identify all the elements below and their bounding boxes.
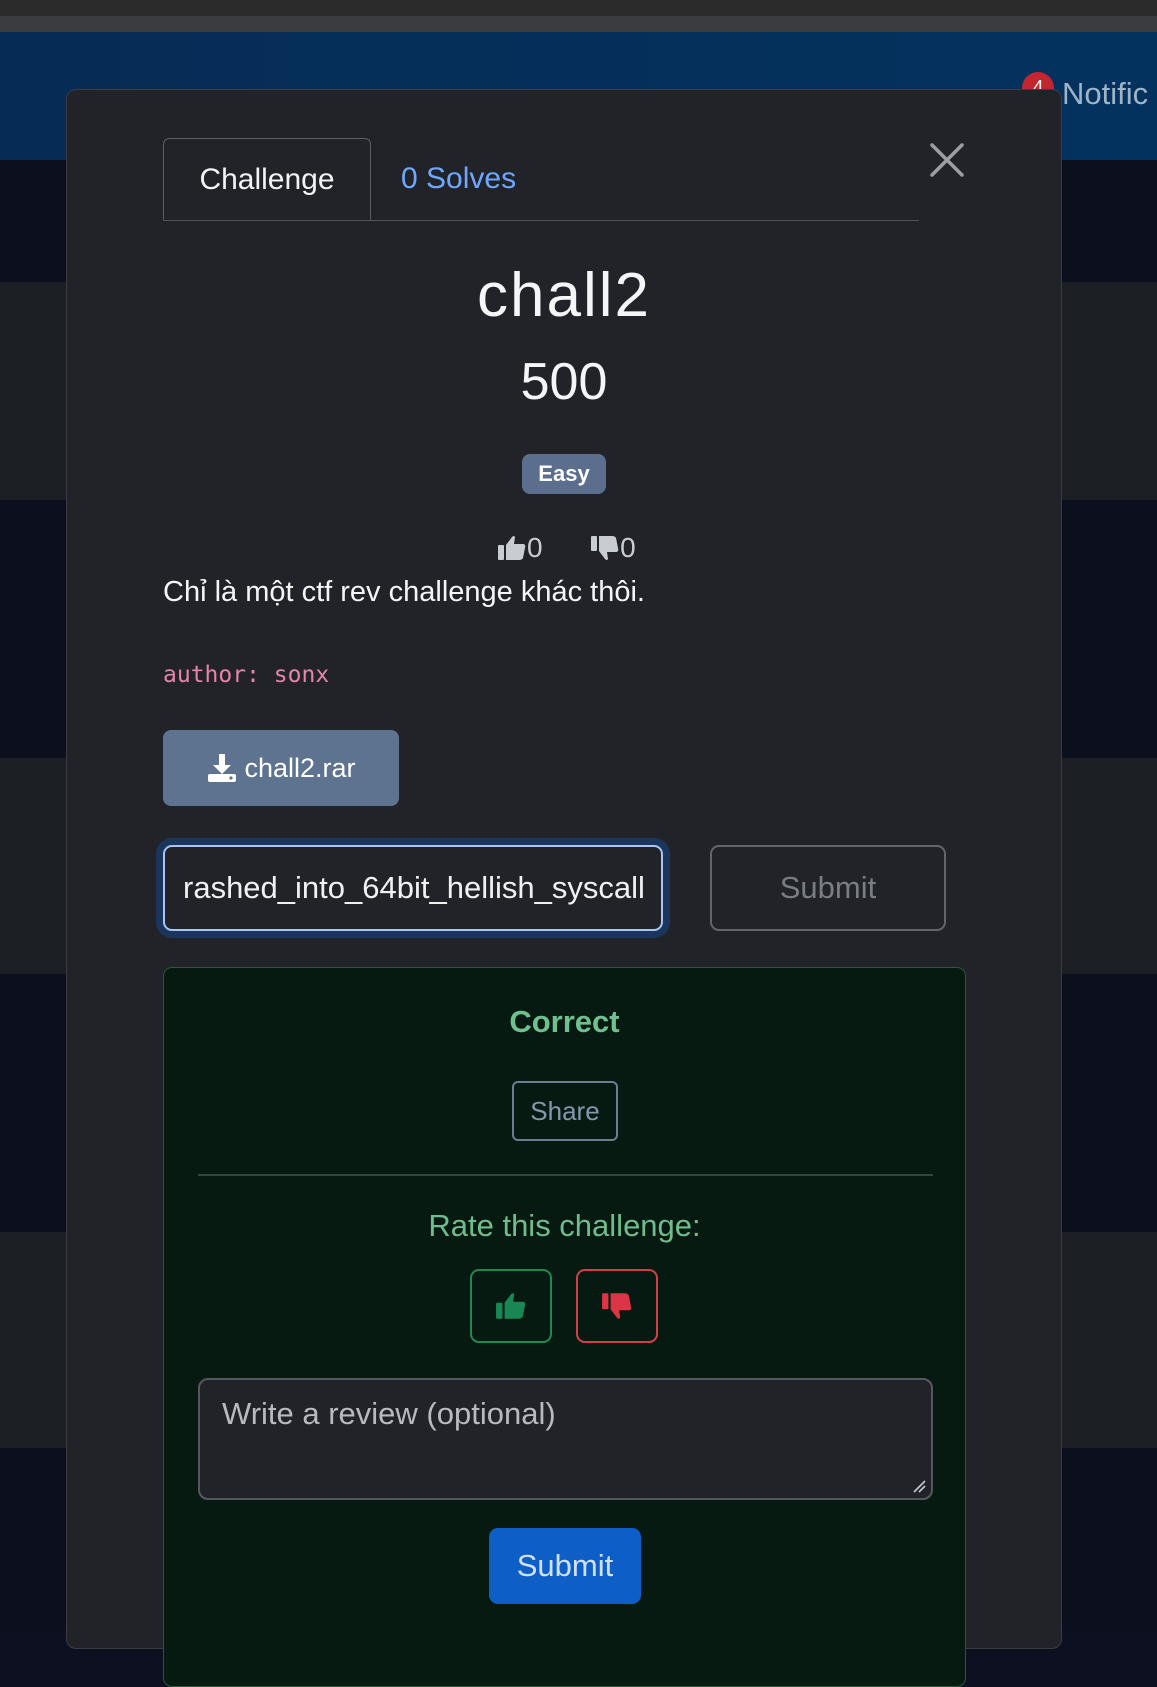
notifications-link[interactable]: Notific	[1062, 76, 1148, 112]
download-file-button[interactable]: chall2.rar	[163, 730, 399, 806]
flag-input[interactable]	[163, 845, 663, 931]
rate-down-button[interactable]	[576, 1269, 658, 1343]
submission-result-panel: Correct Share Rate this challenge: Submi…	[163, 967, 966, 1687]
vote-counts: 0 0	[497, 530, 636, 564]
challenge-author: author: sonx	[163, 662, 330, 688]
share-button[interactable]: Share	[512, 1081, 618, 1141]
submit-flag-button[interactable]: Submit	[710, 845, 946, 931]
browser-top-bar	[0, 0, 1157, 34]
download-icon	[208, 754, 237, 782]
challenge-modal: Challenge 0 Solves chall2 500 Easy 0 0 C…	[66, 89, 1062, 1687]
thumbs-up-icon	[498, 535, 526, 560]
download-file-label: chall2.rar	[244, 752, 356, 783]
upvote-count: 0	[527, 531, 543, 563]
result-status: Correct	[509, 1004, 620, 1039]
close-icon[interactable]	[927, 140, 967, 180]
rate-prompt: Rate this challenge:	[428, 1208, 701, 1243]
challenge-title: chall2	[477, 261, 651, 330]
modal-tabs: Challenge 0 Solves	[163, 138, 919, 221]
result-divider	[198, 1174, 933, 1176]
thumbs-down-icon	[602, 1293, 632, 1319]
tab-challenge[interactable]: Challenge	[163, 138, 371, 220]
challenge-value: 500	[520, 353, 608, 411]
resize-grip-icon[interactable]	[912, 1479, 926, 1493]
submit-review-button[interactable]: Submit	[489, 1528, 641, 1604]
thumbs-up-icon	[496, 1293, 526, 1319]
downvote-count: 0	[620, 531, 636, 563]
review-textarea[interactable]	[198, 1378, 933, 1500]
rate-up-button[interactable]	[470, 1269, 552, 1343]
thumbs-down-icon	[591, 535, 619, 560]
tab-solves[interactable]: 0 Solves	[401, 138, 516, 220]
difficulty-badge: Easy	[522, 454, 606, 494]
challenge-description: Chỉ là một ctf rev challenge khác thôi.	[163, 576, 645, 608]
